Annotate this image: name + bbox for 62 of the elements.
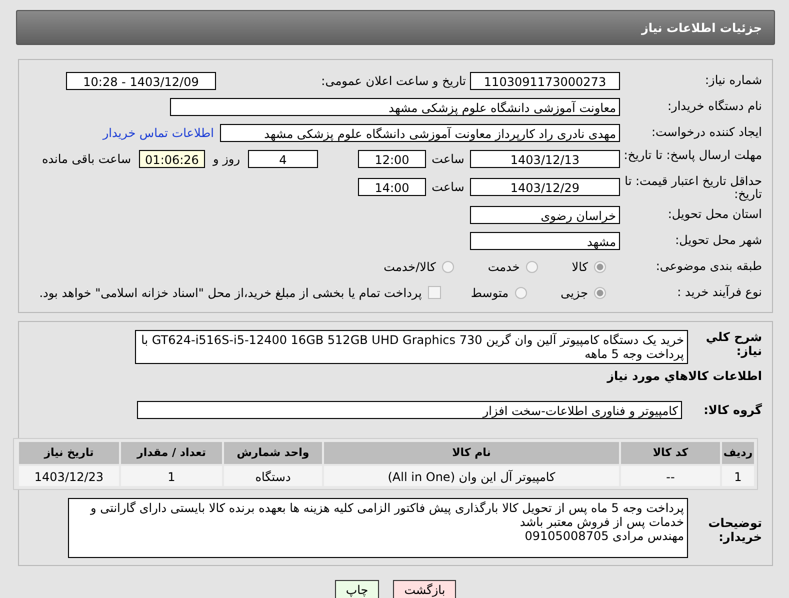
field-label: شرح کلي نياز: [704,330,763,358]
radio-button[interactable] [514,286,527,298]
field-label: توضیحات خریدار: [707,516,763,544]
field-label: حداقل تاریخ اعتبار قیمت: تا تاریخ: [624,175,763,201]
field-label: نوع فرآیند خرید : [676,286,763,299]
announce-datetime-field: 1403/12/09 - 10:28 [66,72,216,90]
table-cell: 1 [119,464,222,486]
days-field: 4 [248,150,318,168]
time-label: ساعت [430,180,466,194]
column-header: تعداد / مقدار [119,442,222,464]
radio-button[interactable] [594,260,606,272]
description-field: خرید یک دستگاه کامپیوتر آلین وان گرین GT624-i516S-i5-12400 16GB 512GB UHD Graphics 730 با پرداخت وجه 5 ماهه [135,330,688,364]
option-label: جزیی [560,286,588,300]
option-label: کالا [572,260,588,274]
table-cell: دستگاه [222,464,322,486]
province-field: خراسان رضوی [470,206,620,224]
requester-field: مهدی نادری راد کارپرداز معاونت آموزشی دانشگاه علوم پزشکی مشهد [220,124,620,142]
column-header: ردیف [720,442,754,464]
checkbox[interactable] [428,286,441,299]
field-label: تاریخ و ساعت اعلان عمومی: [320,74,467,88]
field-label: شماره نیاز: [704,74,763,87]
date-field: 1403/12/29 [470,178,620,196]
notes-text: پرداخت وجه 5 ماه پس از تحویل کالا بارگذاری پیش فاکتور الزامی کلیه هزینه ها بعهده برنده کالا بایستی دارای گارانتی و خدمات پس از فروش معتبر باشد [89,501,684,529]
time-label: ساعت [430,152,466,166]
time-field: 12:00 [358,150,426,168]
field-label: مهلت ارسال پاسخ: تا تاریخ: [622,149,763,162]
buyer-contact-link[interactable]: اطلاعات تماس خریدار [102,126,214,140]
days-label: روز و [212,152,241,166]
field-label: ایجاد کننده درخواست: [650,126,763,139]
field-label: استان محل تحویل: [666,208,763,221]
time-field: 14:00 [358,178,426,196]
field-label: گروه کالا: [702,402,763,416]
need-number-field: 1103091173000273 [470,72,620,90]
option-label: کالا/خدمت [384,260,436,274]
notes-text: مهندس مرادی 09105008705 [524,529,684,543]
back-button[interactable]: بازگشت [393,580,456,598]
table-cell: 1403/12/23 [17,464,119,486]
column-header: کد کالا [619,442,720,464]
remaining-time-field: 01:06:26 [139,150,205,168]
remaining-label: ساعت باقی مانده [40,152,132,166]
page-title: جزئیات اطلاعات نیاز [641,20,762,34]
table-cell: 1 [720,464,754,486]
radio-button[interactable] [526,260,538,272]
column-header: نام کالا [322,442,619,464]
section-title: اطلاعات کالاهاي مورد نياز [606,368,763,385]
field-label: نام دستگاه خریدار: [666,100,763,113]
column-header: واحد شمارش [222,442,322,464]
date-field: 1403/12/13 [470,150,620,168]
table-cell: -- [619,464,720,486]
print-button[interactable]: چاپ [334,580,380,598]
radio-button[interactable] [594,286,606,298]
goods-group-field: کامپیوتر و فناوری اطلاعات-سخت افزار [137,400,682,418]
field-label: شهر محل تحویل: [674,234,763,247]
column-header: تاریخ نیاز [17,442,119,464]
checkbox-label: پرداخت تمام یا بخشی از مبلغ خرید،از محل "اسناد خزانه اسلامی" خواهد بود. [39,286,422,300]
city-field: مشهد [470,232,620,250]
table-cell: کامپیوتر آل این وان (All in One) [322,464,619,486]
field-label: طبقه بندی موضوعی: [654,260,763,273]
option-label: متوسط [470,286,509,300]
option-label: خدمت [488,260,520,274]
buyer-org-field: معاونت آموزشی دانشگاه علوم پزشکی مشهد [170,98,620,116]
radio-button[interactable] [442,260,454,272]
